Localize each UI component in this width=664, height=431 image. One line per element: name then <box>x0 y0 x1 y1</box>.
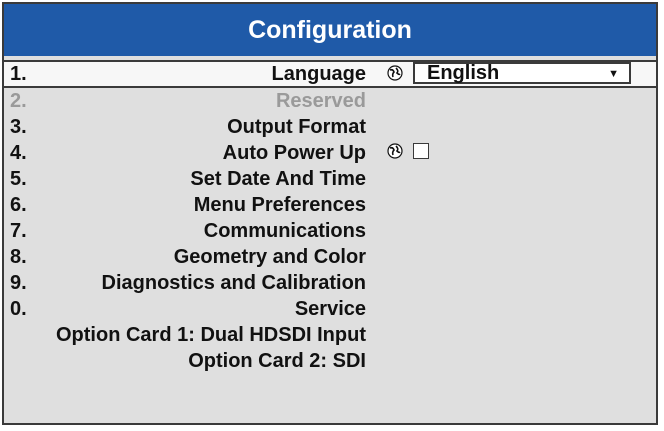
menu-item-number: 2. <box>10 90 27 112</box>
menu-item-menu-preferences[interactable]: 6. Menu Preferences <box>4 192 656 218</box>
globe-icon <box>387 143 403 159</box>
menu-item-set-date-and-time[interactable]: 5. Set Date And Time <box>4 166 656 192</box>
configuration-menu: Configuration 1. Language English ▼ 2. R… <box>2 2 658 425</box>
menu-item-auto-power-up[interactable]: 4. Auto Power Up <box>4 140 656 166</box>
menu-item-label: Set Date And Time <box>190 168 366 190</box>
language-dropdown[interactable]: English ▼ <box>413 62 631 84</box>
menu-item-number: 7. <box>10 220 27 242</box>
menu-item-reserved: 2. Reserved <box>4 88 656 114</box>
menu-item-label: Option Card 1: Dual HDSDI Input <box>56 324 366 346</box>
menu-item-language[interactable]: 1. Language English ▼ <box>4 60 656 88</box>
menu-items: 1. Language English ▼ 2. Reserved 3. Out… <box>4 60 656 374</box>
menu-item-label: Reserved <box>275 90 366 112</box>
menu-item-label: Menu Preferences <box>193 194 366 216</box>
menu-item-option-card-1[interactable]: Option Card 1: Dual HDSDI Input <box>4 322 656 348</box>
auto-power-up-checkbox[interactable] <box>413 143 429 159</box>
menu-item-label: Option Card 2: SDI <box>188 350 366 372</box>
menu-item-option-card-2[interactable]: Option Card 2: SDI <box>4 348 656 374</box>
menu-item-diagnostics-and-calibration[interactable]: 9. Diagnostics and Calibration <box>4 270 656 296</box>
menu-item-number: 4. <box>10 142 27 164</box>
menu-item-label: Diagnostics and Calibration <box>101 272 366 294</box>
menu-item-number: 0. <box>10 298 27 320</box>
menu-item-label: Service <box>294 298 366 320</box>
menu-item-label: Language <box>271 63 366 85</box>
menu-item-output-format[interactable]: 3. Output Format <box>4 114 656 140</box>
language-dropdown-value: English <box>427 61 500 84</box>
menu-item-number: 3. <box>10 116 27 138</box>
menu-title: Configuration <box>248 15 412 44</box>
menu-item-number: 8. <box>10 246 27 268</box>
menu-item-number: 1. <box>10 63 27 85</box>
menu-item-communications[interactable]: 7. Communications <box>4 218 656 244</box>
menu-item-number: 9. <box>10 272 27 294</box>
chevron-down-icon[interactable]: ▼ <box>608 68 619 80</box>
menu-item-geometry-and-color[interactable]: 8. Geometry and Color <box>4 244 656 270</box>
menu-item-number: 6. <box>10 194 27 216</box>
menu-item-label: Communications <box>203 220 366 242</box>
menu-item-label: Geometry and Color <box>173 246 366 268</box>
menu-item-service[interactable]: 0. Service <box>4 296 656 322</box>
menu-title-bar: Configuration <box>4 4 656 56</box>
menu-item-label: Auto Power Up <box>222 142 366 164</box>
menu-item-number: 5. <box>10 168 27 190</box>
globe-icon <box>387 65 403 81</box>
menu-item-label: Output Format <box>227 116 366 138</box>
